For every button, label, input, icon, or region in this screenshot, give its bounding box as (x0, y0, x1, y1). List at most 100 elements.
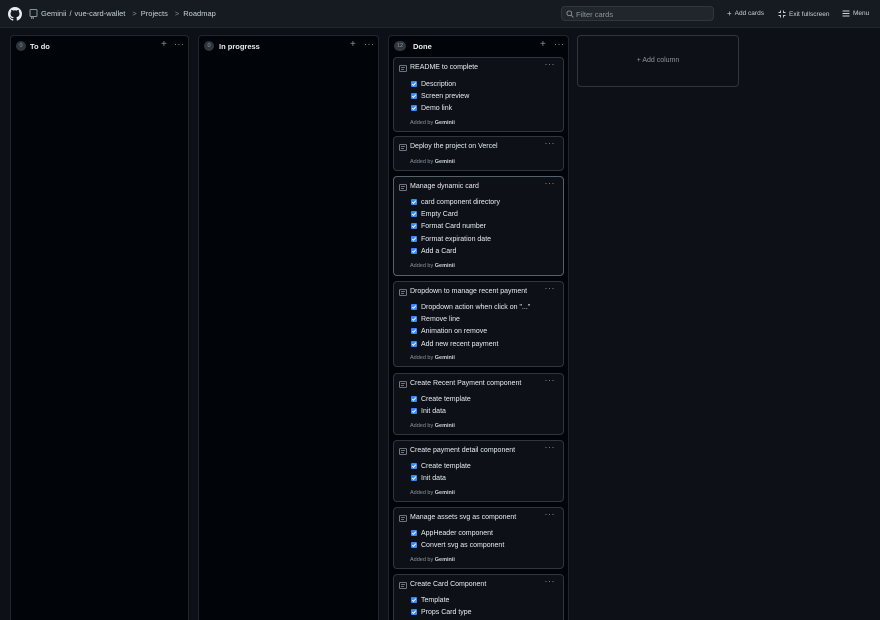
filter-cards-input[interactable] (576, 8, 710, 20)
task-item: Screen preview (411, 91, 469, 101)
search-icon (566, 10, 574, 18)
column-menu-dots-icon[interactable]: ··· (364, 39, 375, 49)
checked-checkbox[interactable] (411, 408, 417, 414)
card-title[interactable]: Manage assets svg as component (410, 514, 516, 521)
card-menu-dots-icon[interactable]: ··· (545, 178, 556, 188)
column-title: In progress (219, 42, 260, 51)
added-by-user[interactable]: Geminii (435, 355, 455, 361)
added-by-user[interactable]: Geminii (435, 120, 455, 126)
breadcrumb-chevron: > (132, 9, 137, 18)
added-by-user[interactable]: Geminii (435, 557, 455, 563)
added-by-prefix: Added by (410, 423, 434, 429)
added-by-user[interactable]: Geminii (435, 490, 455, 496)
column-menu-dots-icon[interactable]: ··· (554, 39, 565, 49)
card-deploy[interactable]: Deploy the project on Vercel ··· Added b… (393, 136, 564, 171)
checked-checkbox[interactable] (411, 248, 417, 254)
checked-checkbox[interactable] (411, 542, 417, 548)
checked-checkbox[interactable] (411, 81, 417, 87)
breadcrumb-project-name[interactable]: Roadmap (183, 9, 216, 18)
card-manage-dynamic-card[interactable]: Manage dynamic card ··· card component d… (393, 176, 564, 276)
checked-checkbox[interactable] (411, 93, 417, 99)
task-label: Screen preview (421, 92, 470, 100)
breadcrumb-projects-link[interactable]: Projects (141, 9, 168, 18)
add-column-label: + Add column (636, 57, 680, 64)
card-title[interactable]: Dropdown to manage recent payment (410, 288, 527, 295)
exit-fullscreen-button[interactable]: Exit fullscreen (778, 10, 829, 18)
exit-fullscreen-label: Exit fullscreen (789, 10, 830, 18)
checked-checkbox[interactable] (411, 236, 417, 242)
card-menu-dots-icon[interactable]: ··· (545, 59, 556, 69)
card-recent-payment-component[interactable]: Create Recent Payment component ··· Crea… (393, 373, 564, 435)
filter-cards-box[interactable] (561, 6, 714, 21)
added-by-prefix: Added by (410, 490, 434, 496)
task-label: Props Card type (421, 608, 472, 616)
card-payment-detail-component[interactable]: Create payment detail component ··· Crea… (393, 440, 564, 502)
task-label: Add new recent payment (421, 340, 499, 348)
checked-checkbox[interactable] (411, 463, 417, 469)
card-menu-dots-icon[interactable]: ··· (545, 509, 556, 519)
card-assets-svg-component[interactable]: Manage assets svg as component ··· AppHe… (393, 507, 564, 569)
task-label: Template (421, 596, 450, 604)
checked-checkbox[interactable] (411, 341, 417, 347)
card-create-card-component[interactable]: Create Card Component ··· Template Props… (393, 574, 564, 620)
card-title[interactable]: Create Card Component (410, 581, 486, 588)
add-cards-button[interactable]: + Add cards (727, 9, 764, 17)
note-icon (399, 289, 407, 296)
add-card-plus-icon[interactable]: + (350, 39, 356, 50)
card-title[interactable]: Create payment detail component (410, 447, 515, 454)
added-by-user[interactable]: Geminii (435, 263, 455, 269)
note-icon (399, 144, 407, 151)
note-icon (399, 184, 407, 191)
checked-checkbox[interactable] (411, 316, 417, 322)
top-bar: Geminii / vue-card-wallet > Projects > Roadmap… (0, 0, 880, 28)
checked-checkbox[interactable] (411, 105, 417, 111)
card-menu-dots-icon[interactable]: ··· (545, 576, 556, 586)
card-menu-dots-icon[interactable]: ··· (545, 442, 556, 452)
column-menu-dots-icon[interactable]: ··· (174, 39, 185, 49)
breadcrumb-separator: / (69, 9, 72, 18)
add-card-plus-icon[interactable]: + (540, 39, 546, 50)
checked-checkbox[interactable] (411, 530, 417, 536)
checked-checkbox[interactable] (411, 304, 417, 310)
github-logo-icon[interactable] (8, 7, 22, 21)
card-dropdown-recent-payment[interactable]: Dropdown to manage recent payment ··· Dr… (393, 281, 564, 367)
breadcrumb-repo-link[interactable]: vue-card-wallet (75, 9, 126, 18)
note-icon (399, 381, 407, 388)
card-title[interactable]: Create Recent Payment component (410, 380, 521, 387)
card-menu-dots-icon[interactable]: ··· (545, 138, 556, 148)
card-title[interactable]: Manage dynamic card (410, 183, 479, 190)
breadcrumb-owner-link[interactable]: Geminii (41, 9, 66, 18)
added-by-prefix: Added by (410, 159, 434, 165)
card-menu-dots-icon[interactable]: ··· (545, 375, 556, 385)
task-label: Add a Card (421, 247, 457, 255)
add-column-button[interactable]: + Add column (577, 35, 739, 87)
added-by-user[interactable]: Geminii (435, 159, 455, 165)
checked-checkbox[interactable] (411, 328, 417, 334)
add-card-plus-icon[interactable]: + (161, 39, 167, 50)
task-label: Create template (421, 395, 471, 403)
task-label: Format Card number (421, 222, 486, 230)
added-by-user[interactable]: Geminii (435, 423, 455, 429)
added-by-text: Added by Geminii (410, 423, 455, 429)
checked-checkbox[interactable] (411, 609, 417, 615)
task-label: Init data (421, 407, 446, 415)
column-header: 12 Done + ··· (389, 36, 568, 56)
menu-button[interactable]: Menu (842, 10, 869, 17)
checked-checkbox[interactable] (411, 223, 417, 229)
task-item: Props Card type (411, 607, 472, 617)
task-item: Format expiration date (411, 234, 491, 244)
column-done: 12 Done + ··· README to complete ··· Des… (388, 35, 569, 620)
note-icon (399, 65, 407, 72)
column-header: 0 In progress + ··· (199, 36, 378, 56)
checked-checkbox[interactable] (411, 199, 417, 205)
checked-checkbox[interactable] (411, 211, 417, 217)
card-readme[interactable]: README to complete ··· Description Scree… (393, 57, 564, 132)
checked-checkbox[interactable] (411, 396, 417, 402)
added-by-prefix: Added by (410, 120, 434, 126)
task-item: card component directory (411, 197, 500, 207)
checked-checkbox[interactable] (411, 597, 417, 603)
card-title[interactable]: Deploy the project on Vercel (410, 143, 498, 150)
checked-checkbox[interactable] (411, 475, 417, 481)
card-title[interactable]: README to complete (410, 64, 478, 71)
card-menu-dots-icon[interactable]: ··· (545, 283, 556, 293)
